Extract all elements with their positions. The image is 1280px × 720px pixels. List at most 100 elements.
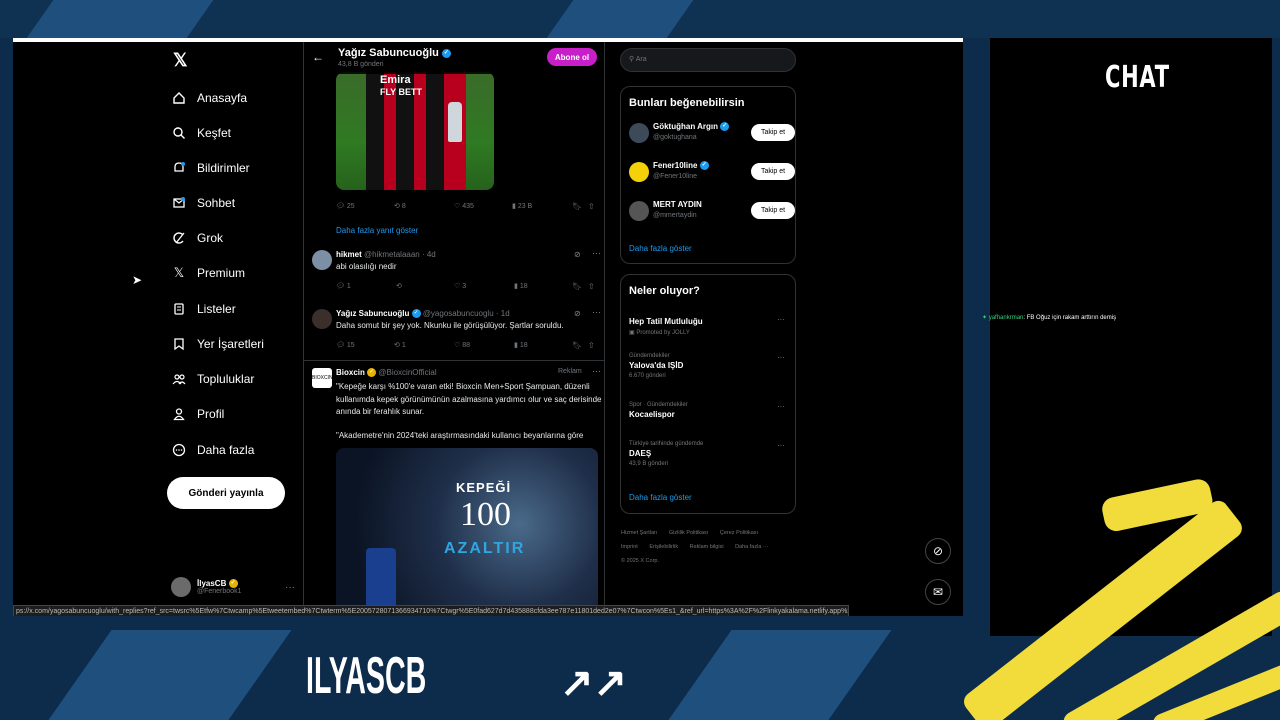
footer-link[interactable]: Imprint [621,544,638,550]
sidebar-item-bookmarks[interactable]: Yer İşaretleri [171,329,264,359]
sidebar-item-lists[interactable]: Listeler [171,294,236,324]
brand-logo-left: ILYASCB [306,647,427,705]
avatar [312,309,332,329]
footer-link[interactable]: Hizmet Şartları [621,530,657,536]
more-icon[interactable]: ··· [777,402,785,411]
sidebar-item-messages[interactable]: Sohbet [171,188,235,218]
post-button[interactable]: Gönderi yayınla [167,477,285,509]
like-action[interactable]: ♡ 3 [454,282,466,290]
bookmark-action[interactable]: 🔖︎ [572,341,582,350]
ad-image[interactable]: KEPEĞİ 100 AZALTIR [336,448,598,616]
more-icon[interactable]: ··· [777,441,785,450]
grok-icon[interactable]: ⊘ [574,250,581,259]
more-icon[interactable]: ··· [592,248,601,258]
trend-title: Hep Tatil Mutluluğu [629,317,703,326]
views-action[interactable]: ▮ 23 B [512,202,532,210]
trend-item[interactable]: Hep Tatil Mutluluğu ▣ Promoted by JOLLY … [629,315,789,336]
promoted-icon: ▣ [629,330,635,336]
footer-link[interactable]: Erişilebilirlik [649,544,678,550]
like-action[interactable]: ♡ 88 [454,341,470,349]
footer-link[interactable]: Gizlilik Politikası [669,530,708,536]
views-action[interactable]: ▮ 18 [514,341,528,349]
suggestion-item[interactable]: Göktuğhan Argın ✓ @goktughana Takip et [629,121,795,147]
reply-count: 15 [346,342,355,349]
reply-action[interactable]: 💬︎ 15 [336,341,355,349]
view-count: 18 [519,342,528,349]
grok-icon[interactable]: ⊘ [925,538,951,564]
follow-button[interactable]: Takip et [751,163,795,180]
chat-text: : FB Oğuz için rakam arttırın demiş [1023,315,1117,321]
copyright: © 2025 X Corp. [621,558,659,564]
follow-button[interactable]: Takip et [751,202,795,219]
sidebar-item-more[interactable]: Daha fazla [171,435,254,465]
like-action[interactable]: ♡ 435 [454,202,474,210]
verified-badge-icon: ✓ [228,579,238,589]
share-action[interactable]: ⇧ [588,202,595,211]
sidebar-item-profile[interactable]: Profil [171,399,224,429]
repost-action[interactable]: ⟲ 1 [394,341,406,349]
post-count: 43,8 B gönderi [338,61,384,68]
bookmark-action[interactable]: 🔖︎ [572,282,582,291]
profile-header: ← Yağız Sabuncuoğlu ✓ 43,8 B gönderi Abo… [304,42,604,74]
trend-item[interactable]: Türkiye tarihinde gündemde DAEŞ 43,9 B g… [629,441,789,467]
trend-item[interactable]: Spor · Gündemdekiler Kocaelispor ··· [629,402,789,419]
footer-link[interactable]: Çerez Politikası [720,530,758,536]
share-icon: ⇧ [588,341,595,350]
reply-icon: 💬︎ [336,342,345,349]
grok-icon[interactable]: ⊘ [574,309,581,318]
sidebar-item-grok[interactable]: Grok [171,223,223,253]
sidebar-item-notifications[interactable]: Bildirimler [171,153,250,183]
trend-subtitle: 43,9 B gönderi [629,461,669,467]
sidebar-item-home[interactable]: Anasayfa [171,83,247,113]
trends-card: Neler oluyor? Hep Tatil Mutluluğu ▣ Prom… [620,274,796,514]
reply-action[interactable]: 💬︎ 1 [336,282,351,290]
sidebar-item-communities[interactable]: Topluluklar [171,364,254,394]
trend-title: DAEŞ [629,449,652,458]
jersey-sponsor-text: Emira FLY BETT [380,74,423,97]
back-arrow-icon[interactable]: ← [312,50,324,64]
search-icon: ⚲ [629,56,635,63]
verified-badge-icon: ✓ [367,368,377,378]
views-action[interactable]: ▮ 18 [514,282,528,290]
bookmark-icon: 🔖︎ [572,282,583,291]
suggestion-name: Fener10line [653,161,698,170]
x-logo-icon[interactable]: 𝕏 [173,50,188,71]
tweet-image[interactable]: Emira FLY BETT [336,72,494,190]
more-icon[interactable]: ··· [777,315,785,324]
more-replies-link[interactable]: Daha fazla yanıt göster [336,226,418,235]
reply-icon: 💬︎ [336,203,345,210]
account-menu-icon[interactable]: ··· [285,582,295,593]
share-action[interactable]: ⇧ [588,341,595,350]
trend-category: Türkiye tarihinde gündemde [629,441,704,447]
more-icon[interactable]: ··· [777,353,785,362]
sidebar-item-label: Profil [197,407,225,421]
share-action[interactable]: ⇧ [588,282,595,291]
sidebar-item-explore[interactable]: Keşfet [171,118,231,148]
sidebar-item-label: Keşfet [197,126,232,140]
show-more-link[interactable]: Daha fazla göster [629,244,692,253]
mail-icon[interactable]: ✉ [925,579,951,605]
account-switcher[interactable]: İlyasCB ✓ @Fenerbook1 [171,577,241,597]
subscribe-button[interactable]: Abone ol [547,48,597,66]
sidebar-item-premium[interactable]: 𝕏 Premium [171,258,245,288]
suggestion-item[interactable]: Fener10line ✓ @Fener10line Takip et [629,160,795,186]
search-input[interactable]: ⚲ Ara [620,48,796,72]
chat-message: ✦ yafhankrman: FB Oğuz için rakam arttır… [982,314,1116,321]
reply-count: 25 [346,203,355,210]
sidebar-item-label: Premium [197,266,246,280]
reply-action[interactable]: 💬︎ 25 [336,202,355,210]
bookmark-action[interactable]: 🔖︎ [572,202,582,211]
footer-link[interactable]: Daha fazla ··· [735,544,768,550]
suggestion-item[interactable]: MERT AYDIN @mmertaydin Takip et [629,199,795,225]
views-icon: ▮ [512,203,516,210]
trend-item[interactable]: Gündemdekiler Yalova'da IŞİD 6.670 gönde… [629,353,789,379]
repost-action[interactable]: ⟲ [396,282,402,290]
more-icon[interactable]: ··· [592,366,601,376]
grok-icon [171,230,187,246]
more-icon[interactable]: ··· [592,307,601,317]
suggestion-handle: @goktughana [653,134,697,141]
follow-button[interactable]: Takip et [751,124,795,141]
footer-link[interactable]: Reklam bilgisi [690,544,724,550]
show-more-link[interactable]: Daha fazla göster [629,493,692,502]
repost-action[interactable]: ⟲ 8 [394,202,406,210]
